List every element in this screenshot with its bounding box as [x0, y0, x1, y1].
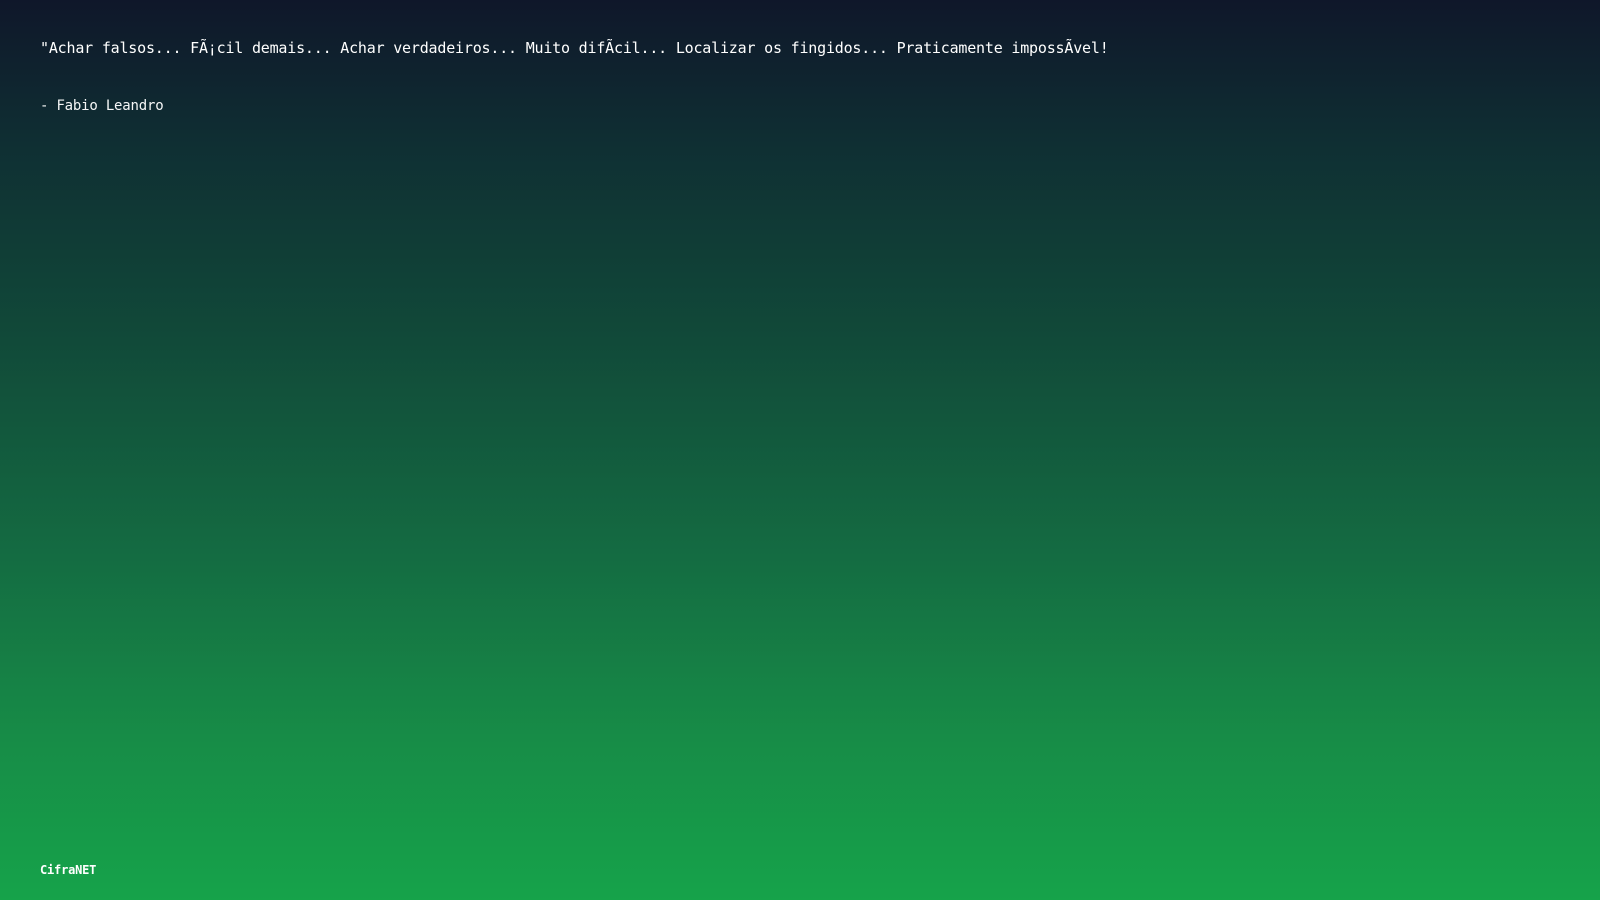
brand-label: CifraNET	[40, 863, 97, 877]
quote-author: - Fabio Leandro	[40, 98, 164, 114]
quote-text: "Achar falsos... FÃ¡cil demais... Achar …	[40, 39, 1109, 57]
quote-block: "Achar falsos... FÃ¡cil demais... Achar …	[40, 38, 1540, 115]
